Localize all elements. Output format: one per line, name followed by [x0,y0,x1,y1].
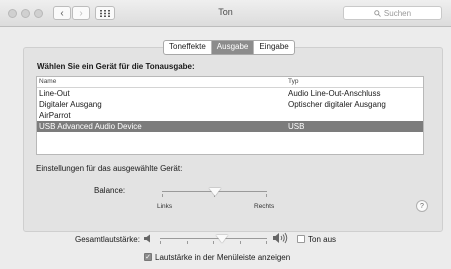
tick [160,241,161,244]
tab-bar: Toneffekte Ausgabe Eingabe [163,40,295,55]
volume-track[interactable] [160,238,267,239]
device-name: Line-Out [39,89,70,98]
table-row[interactable]: Line-Out Audio Line-Out-Anschluss [37,88,423,99]
mute-label[interactable]: Ton aus [308,235,336,244]
device-name: USB Advanced Audio Device [39,122,142,131]
speaker-high-icon [273,232,288,244]
device-name: AirParrot [39,111,71,120]
search-placeholder: Suchen [383,8,412,18]
show-volume-in-menubar-checkbox[interactable]: ✓ [144,253,152,261]
mute-checkbox[interactable] [297,235,305,243]
volume-slider-thumb[interactable] [216,235,229,243]
device-type: USB [288,122,305,131]
tick [266,241,267,244]
balance-slider-thumb[interactable] [208,188,221,196]
tick [162,194,163,197]
settings-label: Einstellungen für das ausgewählte Gerät: [36,164,183,173]
table-row-selected[interactable]: USB Advanced Audio Device USB [37,121,423,132]
table-header: Name Typ [37,77,423,88]
table-row[interactable]: Digitaler Ausgang Optischer digitaler Au… [37,99,423,110]
sound-preferences-window: ‹ › Ton Suchen Toneffekte Ausgabe Eingab… [0,0,451,269]
tab-input[interactable]: Eingabe [254,41,293,54]
tick [187,241,188,244]
tick [266,194,267,197]
output-volume-label: Gesamtlautstärke: [75,235,140,244]
balance-right-label: Rechts [254,203,275,210]
column-header-name[interactable]: Name [39,78,56,85]
speaker-low-icon [144,234,150,243]
question-mark-icon: ? [420,202,424,210]
output-heading: Wählen Sie ein Gerät für die Tonausgabe: [37,62,195,71]
device-name: Digitaler Ausgang [39,100,102,109]
show-volume-in-menubar-label[interactable]: Lautstärke in der Menüleiste anzeigen [155,253,290,262]
search-input[interactable]: Suchen [343,6,442,20]
tab-output[interactable]: Ausgabe [211,41,255,54]
device-type: Audio Line-Out-Anschluss [288,89,381,98]
column-header-type[interactable]: Typ [288,78,298,85]
balance-label: Balance: [94,186,126,195]
device-table: Name Typ Line-Out Audio Line-Out-Anschlu… [36,76,424,155]
help-button[interactable]: ? [416,200,428,212]
title-bar: ‹ › Ton Suchen [0,0,451,27]
device-type: Optischer digitaler Ausgang [288,100,386,109]
balance-left-label: Links [157,203,173,210]
tab-sound-effects[interactable]: Toneffekte [164,41,212,54]
checkmark-icon: ✓ [145,254,151,261]
search-icon [374,9,381,17]
table-row[interactable]: AirParrot [37,110,423,121]
tick [240,241,241,244]
tick [213,241,214,244]
